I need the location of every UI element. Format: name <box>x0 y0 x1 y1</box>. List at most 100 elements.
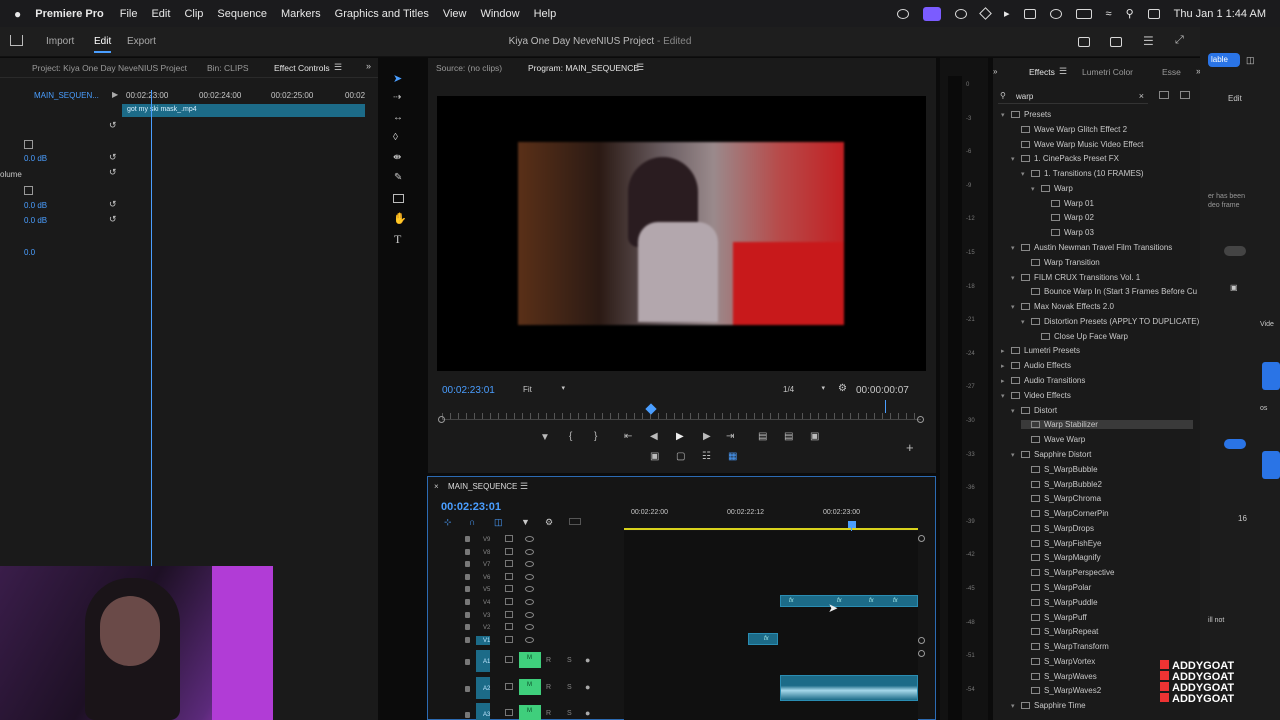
v1-clip[interactable]: fx <box>748 633 778 645</box>
export-frame-icon[interactable]: ▣ <box>810 431 819 442</box>
effects-item[interactable]: Bounce Warp In (Start 3 Frames Before Cu <box>1021 287 1197 296</box>
track-lock-icon[interactable] <box>465 686 470 692</box>
screen-share-icon[interactable] <box>923 6 942 21</box>
effects-item[interactable]: Warp 01 <box>1041 199 1094 208</box>
chevron-right-icon[interactable]: ▸ <box>1001 377 1009 385</box>
comparison-icon[interactable]: ☷ <box>702 451 711 462</box>
slip-tool-icon[interactable]: ⇼ <box>393 152 401 163</box>
chevron-down-icon[interactable]: ▾ <box>1011 702 1019 710</box>
ripple-edit-icon[interactable]: ↔ <box>393 112 403 123</box>
track-eye-icon[interactable] <box>525 624 534 631</box>
effects-search-field[interactable]: ⚲ warp × <box>998 90 1148 104</box>
effects-folder[interactable]: ▾ Sapphire Distort <box>1011 450 1091 459</box>
solo-button[interactable]: S <box>567 684 572 691</box>
effects-menu-icon[interactable]: ☰ <box>1059 66 1067 77</box>
track-sync-icon[interactable] <box>505 535 513 542</box>
workspace-icon[interactable] <box>1078 37 1090 47</box>
chevron-down-icon[interactable]: ▾ <box>1021 170 1029 178</box>
safe-margins-icon[interactable]: ▢ <box>676 451 685 462</box>
track-lock-icon[interactable] <box>465 624 470 631</box>
play-icon[interactable]: ▶ <box>676 431 684 442</box>
volume-icon[interactable]: ▸ <box>1004 7 1010 20</box>
effects-item[interactable]: S_WarpVortex <box>1021 657 1095 666</box>
video-track-header-v9[interactable]: V9 <box>430 533 620 545</box>
tab-program[interactable]: Program: MAIN_SEQUENCE <box>528 63 639 73</box>
effects-folder[interactable]: ▾ Max Novak Effects 2.0 <box>1011 302 1114 311</box>
fit-dropdown[interactable]: Fit ▾ <box>523 384 567 397</box>
audio-track-header-a1[interactable]: A1 M R S ● <box>430 650 620 672</box>
hand-tool-icon[interactable]: ✋ <box>393 212 407 225</box>
tab-project[interactable]: Project: Kiya One Day NeveNIUS Project <box>32 63 187 73</box>
add-button-icon[interactable]: + <box>906 440 914 455</box>
tab-source[interactable]: Source: (no clips) <box>436 63 502 73</box>
go-to-in-icon[interactable]: ⇤ <box>624 431 632 442</box>
mute-button[interactable]: M <box>519 652 541 668</box>
close-icon[interactable]: × <box>434 482 439 491</box>
effects-folder[interactable]: ▾ Austin Newman Travel Film Transitions <box>1011 243 1172 252</box>
add-marker-icon[interactable]: ▼ <box>521 517 530 527</box>
effects-folder[interactable]: ▸ Lumetri Presets <box>1001 346 1080 355</box>
reset-icon[interactable]: ↺ <box>109 120 117 131</box>
resolution-dropdown[interactable]: 1/4 ▾ <box>783 384 827 397</box>
chevron-right-icon[interactable]: ▸ <box>1001 362 1009 370</box>
video-track-header-v8[interactable]: V8 <box>430 546 620 558</box>
32bit-filter-icon[interactable] <box>1180 91 1190 99</box>
video-track-header-v5[interactable]: V5 <box>430 583 620 595</box>
timeline-playhead-head[interactable] <box>848 521 856 528</box>
chevron-down-icon[interactable]: ▾ <box>1001 111 1009 119</box>
menu-graphics[interactable]: Graphics and Titles <box>335 8 429 20</box>
tab-essential[interactable]: Esse <box>1162 67 1181 77</box>
linked-selection-icon[interactable]: ◫ <box>494 517 503 528</box>
reset-icon-5[interactable]: ↺ <box>109 214 117 225</box>
audio-track-header-a3[interactable]: A3 M R S ● <box>430 703 620 720</box>
zoom-handle-left[interactable] <box>438 416 445 423</box>
wifi-icon[interactable]: ≈ <box>1106 8 1112 20</box>
menu-markers[interactable]: Markers <box>281 8 321 20</box>
snap-icon[interactable]: ∩ <box>469 517 475 527</box>
clock[interactable]: Thu Jan 1 1:44 AM <box>1174 8 1266 20</box>
track-lock-icon[interactable] <box>465 599 470 605</box>
track-eye-icon[interactable] <box>525 586 534 593</box>
right-blue-block[interactable] <box>1262 362 1280 390</box>
track-lock-icon[interactable] <box>465 536 470 542</box>
track-sync-icon[interactable] <box>505 635 513 643</box>
zoom-handle-right[interactable] <box>917 416 924 423</box>
chevron-down-icon[interactable]: ▾ <box>1011 451 1019 459</box>
panel-collapse-icon[interactable]: » <box>993 67 997 76</box>
nest-icon[interactable]: ⊹ <box>444 517 452 528</box>
record-icon[interactable] <box>955 8 968 19</box>
track-sync-icon[interactable] <box>505 572 513 580</box>
diamond-icon[interactable] <box>979 7 992 20</box>
share-icon[interactable] <box>1110 37 1122 47</box>
effects-folder[interactable]: ▾ Presets <box>1001 110 1051 119</box>
timeline-menu-icon[interactable]: ☰ <box>520 481 528 492</box>
mic-icon[interactable]: ● <box>585 708 590 718</box>
track-eye-icon[interactable] <box>525 611 534 618</box>
effects-item[interactable]: S_WarpWaves <box>1021 672 1097 681</box>
effects-item[interactable]: Wave Warp <box>1021 435 1085 444</box>
effects-item[interactable]: Warp 03 <box>1041 228 1094 237</box>
tab-bin[interactable]: Bin: CLIPS <box>207 63 249 73</box>
accelerated-filter-icon[interactable] <box>1159 91 1169 99</box>
effects-item[interactable]: S_WarpPolar <box>1021 583 1091 592</box>
track-eye-icon[interactable] <box>525 548 534 555</box>
record-button[interactable]: R <box>546 657 551 664</box>
menu-sequence[interactable]: Sequence <box>217 8 267 20</box>
right-toggle-off[interactable] <box>1224 246 1246 256</box>
tab-lumetri[interactable]: Lumetri Color <box>1082 67 1133 77</box>
razor-tool-icon[interactable]: ◊ <box>393 132 398 143</box>
effects-item[interactable]: S_WarpBubble2 <box>1021 480 1102 489</box>
menu-help[interactable]: Help <box>534 8 557 20</box>
effects-item[interactable]: Warp Stabilizer <box>1021 420 1193 430</box>
step-forward-icon[interactable]: ▶ <box>703 431 711 442</box>
track-eye-icon[interactable] <box>525 573 534 580</box>
apple-icon[interactable]: ● <box>14 7 21 21</box>
effects-item[interactable]: S_WarpCornerPin <box>1021 509 1109 518</box>
track-sync-icon[interactable] <box>505 709 513 716</box>
record-button[interactable]: R <box>546 710 551 717</box>
multicam-icon[interactable]: ▦ <box>728 451 737 462</box>
search-icon[interactable]: ⚲ <box>1126 7 1134 20</box>
reset-icon-2[interactable]: ↺ <box>109 152 117 163</box>
chevron-down-icon[interactable]: ▾ <box>1011 274 1019 282</box>
effects-folder[interactable]: ▾ Sapphire Time <box>1011 701 1086 710</box>
